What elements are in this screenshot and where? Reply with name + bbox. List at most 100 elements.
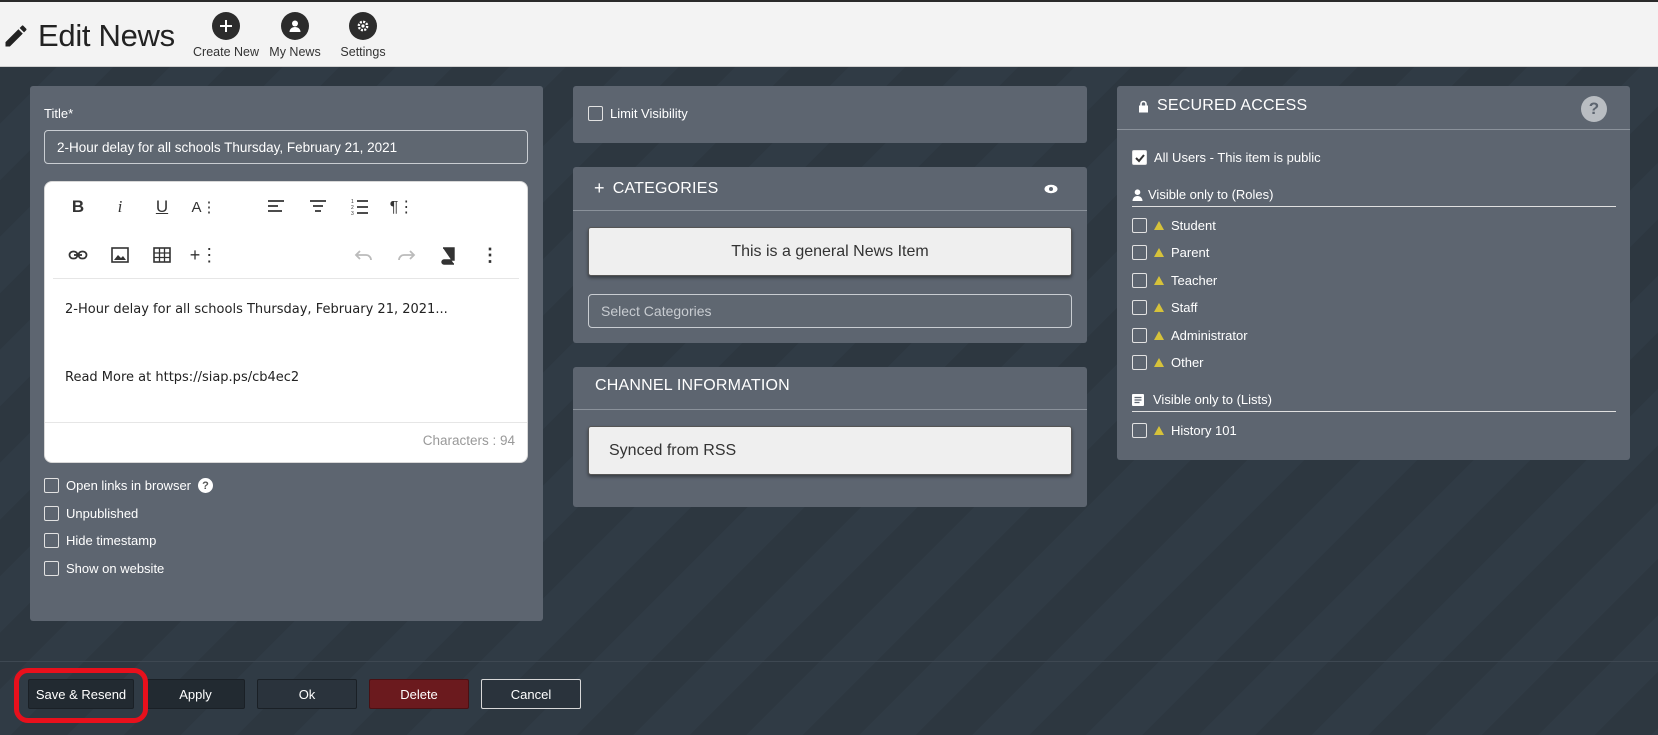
align-center-icon[interactable]: [305, 194, 331, 220]
list-history-101-checkbox[interactable]: History 101: [1132, 423, 1237, 438]
checkbox-box[interactable]: [588, 106, 603, 121]
secured-access-divider: [1117, 129, 1630, 130]
unpublished-label: Unpublished: [66, 506, 139, 521]
lists-divider: [1132, 411, 1616, 412]
paragraph-icon[interactable]: ¶⋮: [389, 194, 415, 220]
role-student-checkbox[interactable]: Student: [1132, 218, 1216, 233]
help-icon[interactable]: ?: [198, 478, 213, 493]
book-icon[interactable]: [435, 242, 461, 268]
general-news-item-button[interactable]: This is a general News Item: [588, 227, 1072, 276]
my-news-button[interactable]: My News: [268, 12, 322, 59]
editor-line-1: 2-Hour delay for all schools Thursday, F…: [65, 302, 448, 317]
limit-visibility-label: Limit Visibility: [610, 106, 688, 121]
settings-label: Settings: [340, 45, 386, 59]
roles-title: Visible only to (Roles): [1148, 187, 1274, 202]
table-icon[interactable]: [149, 242, 175, 268]
checkbox-box[interactable]: [44, 561, 59, 576]
title-label: Title*: [44, 106, 74, 121]
page-title-text: Edit News: [38, 18, 175, 53]
top-header: Edit News Create New My News Settings: [0, 0, 1658, 67]
categories-title: CATEGORIES: [612, 179, 719, 197]
more-options-icon[interactable]: ⋮: [477, 242, 503, 268]
checkbox-box[interactable]: [44, 478, 59, 493]
list-label: History 101: [1171, 423, 1237, 438]
undo-icon[interactable]: [351, 242, 377, 268]
font-size-icon[interactable]: A⋮: [191, 194, 217, 220]
role-label: Staff: [1171, 300, 1198, 315]
plus-icon: [220, 20, 232, 32]
checkbox-box[interactable]: [1132, 423, 1147, 438]
limit-visibility-checkbox[interactable]: Limit Visibility: [588, 106, 688, 121]
role-label: Teacher: [1171, 273, 1218, 288]
all-users-checkbox[interactable]: All Users - This item is public: [1132, 150, 1321, 165]
align-left-icon[interactable]: [263, 194, 289, 220]
show-on-website-checkbox[interactable]: Show on website: [44, 561, 164, 576]
footer-divider: [0, 661, 1658, 662]
checkbox-box[interactable]: [1132, 273, 1147, 288]
link-icon[interactable]: [65, 242, 91, 268]
hide-timestamp-checkbox[interactable]: Hide timestamp: [44, 533, 156, 548]
checkbox-box[interactable]: [1132, 150, 1147, 165]
role-parent-checkbox[interactable]: Parent: [1132, 245, 1209, 260]
categories-header[interactable]: + CATEGORIES: [594, 178, 718, 199]
my-news-label: My News: [269, 45, 321, 59]
cancel-button[interactable]: Cancel: [481, 679, 581, 709]
warning-icon: [1154, 248, 1164, 257]
checkbox-box[interactable]: [1132, 218, 1147, 233]
role-other-checkbox[interactable]: Other: [1132, 355, 1204, 370]
role-administrator-checkbox[interactable]: Administrator: [1132, 328, 1248, 343]
lock-icon: [1139, 100, 1148, 112]
select-categories-input[interactable]: Select Categories: [588, 294, 1072, 328]
unpublished-checkbox[interactable]: Unpublished: [44, 506, 138, 521]
checkbox-box[interactable]: [1132, 245, 1147, 260]
help-icon[interactable]: ?: [1581, 96, 1607, 122]
warning-icon: [1154, 358, 1164, 367]
bold-icon[interactable]: B: [65, 194, 91, 220]
open-links-checkbox[interactable]: Open links in browser ?: [44, 478, 213, 493]
checkbox-box[interactable]: [44, 506, 59, 521]
ok-button[interactable]: Ok: [257, 679, 357, 709]
all-users-label: All Users - This item is public: [1154, 150, 1321, 165]
create-new-button[interactable]: Create New: [193, 12, 259, 59]
underline-icon[interactable]: U: [149, 194, 175, 220]
warning-icon: [1154, 276, 1164, 285]
insert-icon[interactable]: +⋮: [190, 242, 219, 268]
apply-button[interactable]: Apply: [146, 679, 245, 709]
secured-access-title: SECURED ACCESS: [1157, 97, 1308, 114]
role-teacher-checkbox[interactable]: Teacher: [1132, 273, 1217, 288]
warning-icon: [1154, 426, 1164, 435]
user-icon: [289, 20, 301, 32]
redo-icon[interactable]: [393, 242, 419, 268]
editor-footer-divider: [45, 422, 527, 423]
warning-icon: [1154, 303, 1164, 312]
image-icon[interactable]: [107, 242, 133, 268]
svg-text:3: 3: [351, 211, 354, 217]
settings-button[interactable]: Settings: [338, 12, 388, 59]
secured-access-header: SECURED ACCESS: [1138, 97, 1307, 115]
eye-icon[interactable]: [1044, 182, 1058, 200]
checkbox-box[interactable]: [1132, 300, 1147, 315]
show-on-website-label: Show on website: [66, 561, 165, 576]
checkbox-box[interactable]: [44, 533, 59, 548]
lists-header: Visible only to (Lists): [1132, 392, 1272, 407]
roles-header: Visible only to (Roles): [1132, 187, 1273, 202]
plus-icon: +: [594, 178, 605, 198]
delete-button[interactable]: Delete: [369, 679, 469, 709]
title-input[interactable]: 2-Hour delay for all schools Thursday, F…: [44, 130, 528, 164]
role-label: Other: [1171, 355, 1204, 370]
character-count: Characters : 94: [422, 433, 515, 448]
warning-icon: [1154, 221, 1164, 230]
create-new-label: Create New: [193, 45, 259, 59]
rich-text-editor[interactable]: B i U A⋮ 123 ¶⋮ +⋮ ⋮ 2-Hour delay for al…: [44, 181, 528, 463]
categories-divider: [573, 210, 1087, 211]
role-label: Parent: [1171, 245, 1210, 260]
ordered-list-icon[interactable]: 123: [347, 194, 373, 220]
page-title: Edit News: [2, 16, 175, 56]
checkmark-icon: [1134, 153, 1145, 162]
checkbox-box[interactable]: [1132, 328, 1147, 343]
warning-icon: [1154, 331, 1164, 340]
lists-title: Visible only to (Lists): [1153, 392, 1272, 407]
checkbox-box[interactable]: [1132, 355, 1147, 370]
role-staff-checkbox[interactable]: Staff: [1132, 300, 1198, 315]
italic-icon[interactable]: i: [107, 194, 133, 220]
